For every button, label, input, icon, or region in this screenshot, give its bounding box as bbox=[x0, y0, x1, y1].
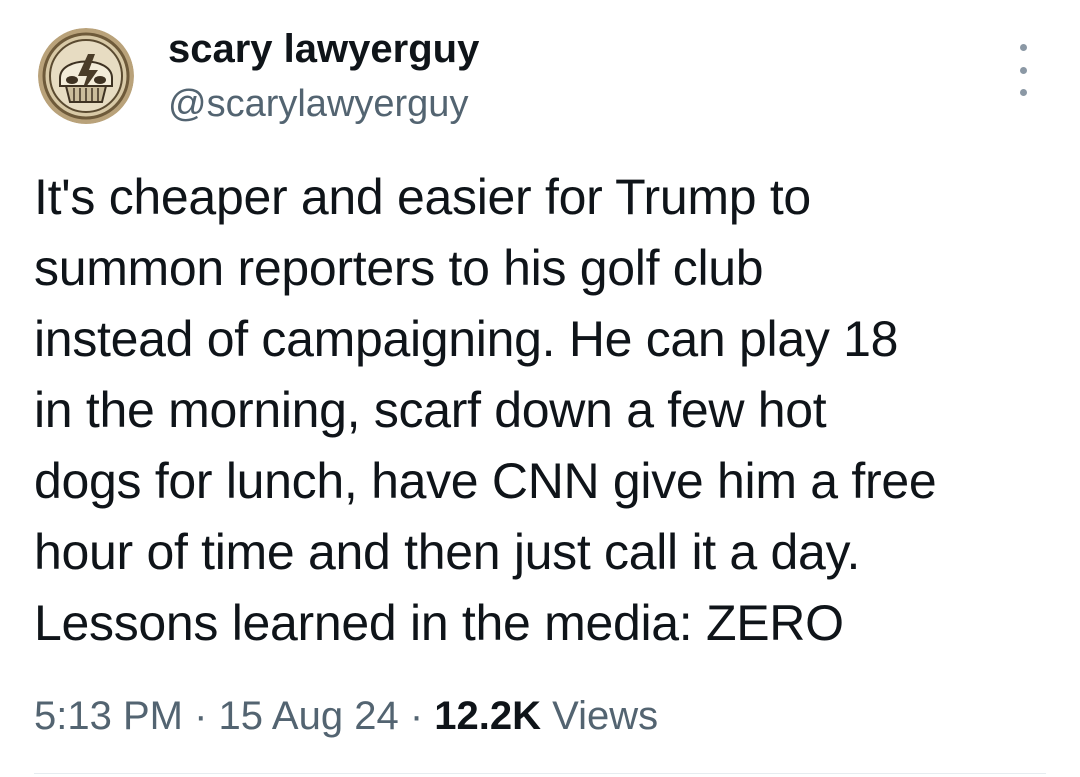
tweet-text-line: instead of campaigning. He can play 18 bbox=[34, 311, 899, 367]
tweet-time[interactable]: 5:13 PM bbox=[34, 694, 183, 738]
display-name[interactable]: scary lawyerguy bbox=[168, 26, 479, 72]
user-handle[interactable]: @scarylawyerguy bbox=[168, 82, 468, 126]
views-count[interactable]: 12.2K bbox=[434, 694, 541, 738]
more-vertical-icon bbox=[1019, 44, 1027, 51]
meta-separator: · bbox=[398, 694, 435, 738]
tweet-text-line: dogs for lunch, have CNN give him a free bbox=[34, 453, 937, 509]
divider bbox=[34, 773, 1046, 774]
tweet-text: It's cheaper and easier for Trump to sum… bbox=[34, 162, 1054, 659]
skull-lightning-bolt-icon bbox=[38, 28, 134, 124]
tweet-text-line: Lessons learned in the media: ZERO bbox=[34, 595, 844, 651]
tweet-text-line: hour of time and then just call it a day… bbox=[34, 524, 861, 580]
avatar[interactable] bbox=[38, 28, 134, 124]
more-options-button[interactable] bbox=[1008, 44, 1038, 96]
tweet-metadata: 5:13 PM · 15 Aug 24 · 12.2K Views bbox=[34, 692, 658, 740]
meta-separator: · bbox=[182, 694, 219, 738]
more-vertical-icon bbox=[1019, 66, 1027, 74]
tweet-card: scary lawyerguy @scarylawyerguy It's che… bbox=[0, 0, 1080, 777]
tweet-text-line: summon reporters to his golf club bbox=[34, 240, 764, 296]
tweet-text-line: It's cheaper and easier for Trump to bbox=[34, 169, 811, 225]
views-label[interactable]: Views bbox=[552, 694, 658, 738]
more-vertical-icon bbox=[1019, 89, 1027, 96]
tweet-date[interactable]: 15 Aug 24 bbox=[219, 694, 399, 738]
tweet-text-line: in the morning, scarf down a few hot bbox=[34, 382, 827, 438]
